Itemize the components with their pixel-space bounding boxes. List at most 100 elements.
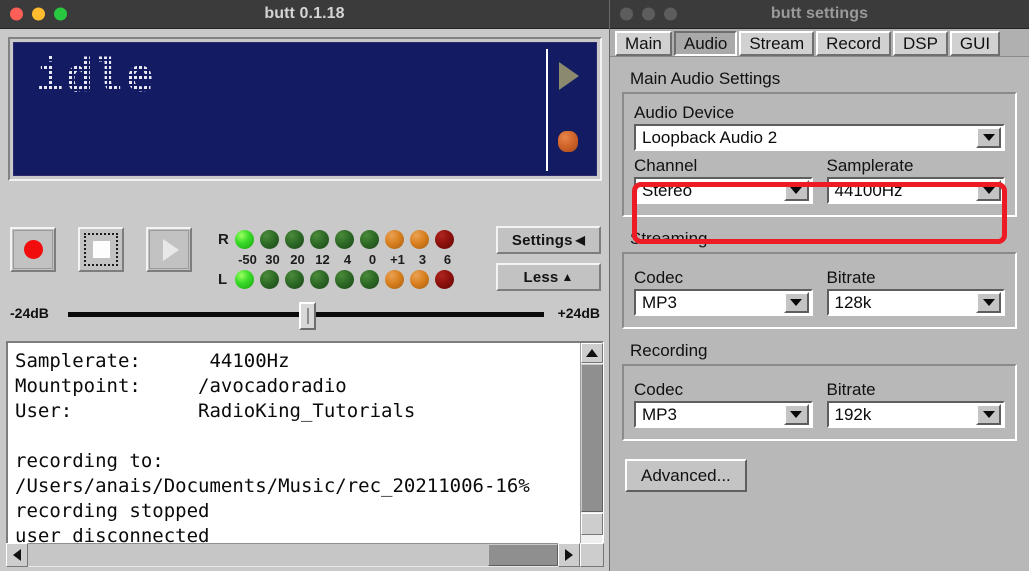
chevron-down-icon[interactable] [784, 180, 809, 201]
settings-button[interactable]: Settings ◀ [496, 226, 601, 254]
vu-scale-tick: 6 [435, 252, 460, 267]
recording-bitrate-select[interactable]: 192k [827, 401, 1006, 428]
chevron-down-icon[interactable] [784, 404, 809, 425]
horizontal-scrollbar-track[interactable] [28, 543, 558, 567]
recording-groupbox: Codec MP3 Bitrate 192k [622, 364, 1017, 441]
less-button-label: Less [523, 269, 558, 286]
settings-button-label: Settings [512, 232, 573, 249]
vu-right-label: R [218, 231, 235, 248]
minimize-button[interactable] [32, 8, 45, 21]
streaming-bitrate-value: 128k [829, 293, 977, 313]
samplerate-select[interactable]: 44100Hz [827, 177, 1006, 204]
play-icon [163, 239, 179, 261]
vu-scale-tick: 30 [260, 252, 285, 267]
main-window-traffic-lights [10, 8, 67, 21]
maximize-button[interactable] [54, 8, 67, 21]
vu-led [435, 230, 454, 249]
chevron-down-icon[interactable] [976, 180, 1001, 201]
vu-row-left: L [218, 268, 460, 290]
chevron-down-icon[interactable] [976, 127, 1001, 148]
vu-led [385, 270, 404, 289]
scroll-right-button[interactable] [558, 543, 580, 567]
vu-led [360, 230, 379, 249]
vu-scale-tick: 20 [285, 252, 310, 267]
streaming-bitrate-select[interactable]: 128k [827, 289, 1006, 316]
minimize-button[interactable] [642, 8, 655, 21]
gain-slider[interactable]: -24dB +24dB [0, 301, 610, 329]
lcd-display: idle [13, 42, 597, 176]
tab-main[interactable]: Main [615, 31, 672, 56]
panel-toggle-buttons: Settings ◀ Less ▲ [496, 226, 601, 300]
vu-scale: -50 30 20 12 4 0 +1 3 6 [218, 250, 460, 268]
vu-scale-tick: 0 [360, 252, 385, 267]
vu-led [285, 270, 304, 289]
streaming-codec-value: MP3 [636, 293, 784, 313]
samplerate-label: Samplerate [827, 156, 1006, 176]
close-button[interactable] [10, 8, 23, 21]
vu-scale-tick: 3 [410, 252, 435, 267]
recording-codec-label: Codec [634, 380, 813, 400]
streaming-groupbox: Codec MP3 Bitrate 128k [622, 252, 1017, 329]
log-horizontal-scrollbar[interactable] [6, 543, 604, 567]
streaming-section-title: Streaming [630, 229, 1017, 249]
butt-main-window: butt 0.1.18 idle [0, 0, 610, 571]
advanced-button[interactable]: Advanced... [625, 459, 747, 492]
scroll-up-button[interactable] [581, 343, 603, 363]
transport-controls [10, 227, 192, 272]
record-button[interactable] [10, 227, 56, 272]
vu-led [360, 270, 379, 289]
tab-record[interactable]: Record [816, 31, 891, 56]
main-window-title: butt 0.1.18 [264, 5, 344, 23]
tab-stream[interactable]: Stream [739, 31, 814, 56]
log-output-panel: Samplerate: 44100Hz Mountpoint: /avocado… [6, 341, 604, 566]
settings-window-titlebar: butt settings [610, 0, 1029, 29]
recording-bitrate-label: Bitrate [827, 380, 1006, 400]
recording-codec-bitrate-row: Codec MP3 Bitrate 192k [634, 380, 1005, 428]
vu-scale-tick: 4 [335, 252, 360, 267]
chevron-down-icon[interactable] [976, 292, 1001, 313]
scroll-left-button[interactable] [6, 543, 28, 567]
channel-samplerate-row: Channel Stereo Samplerate 44100Hz [634, 156, 1005, 204]
vu-row-right: R [218, 228, 460, 250]
log-vertical-scrollbar[interactable] [580, 343, 602, 564]
main-audio-section-title: Main Audio Settings [630, 69, 1017, 89]
vertical-scrollbar-thumb[interactable] [581, 364, 603, 512]
vu-led [410, 230, 429, 249]
close-button[interactable] [620, 8, 633, 21]
vu-led [260, 270, 279, 289]
main-window-titlebar: butt 0.1.18 [0, 0, 609, 29]
main-window-body: idle [0, 29, 609, 571]
streaming-bitrate-label: Bitrate [827, 268, 1006, 288]
streaming-codec-select[interactable]: MP3 [634, 289, 813, 316]
audio-device-label: Audio Device [634, 103, 1005, 123]
tab-gui[interactable]: GUI [950, 31, 1000, 56]
tab-dsp[interactable]: DSP [893, 31, 948, 56]
vertical-scrollbar-track-lower[interactable] [581, 513, 603, 535]
chevron-up-icon: ▲ [561, 270, 573, 284]
audio-device-select[interactable]: Loopback Audio 2 [634, 124, 1005, 151]
vu-led [235, 230, 254, 249]
arrow-left-icon [13, 549, 21, 561]
gain-slider-thumb[interactable] [299, 302, 316, 330]
chevron-down-icon[interactable] [976, 404, 1001, 425]
vu-led [410, 270, 429, 289]
tab-audio[interactable]: Audio [674, 31, 737, 56]
vu-led [285, 230, 304, 249]
lcd-divider [546, 49, 548, 171]
stop-button[interactable] [78, 227, 124, 272]
chevron-down-icon[interactable] [784, 292, 809, 313]
channel-label: Channel [634, 156, 813, 176]
settings-tabbar: Main Audio Stream Record DSP GUI [610, 29, 1029, 57]
less-button[interactable]: Less ▲ [496, 263, 601, 291]
maximize-button[interactable] [664, 8, 677, 21]
horizontal-scrollbar-thumb[interactable] [488, 544, 558, 566]
recording-codec-value: MP3 [636, 405, 784, 425]
gain-min-label: -24dB [10, 305, 49, 321]
play-button[interactable] [146, 227, 192, 272]
settings-window-traffic-lights [620, 8, 677, 21]
channel-select[interactable]: Stereo [634, 177, 813, 204]
recording-bitrate-value: 192k [829, 405, 977, 425]
vu-scale-tick: -50 [235, 252, 260, 267]
butt-settings-window: butt settings Main Audio Stream Record D… [610, 0, 1029, 571]
recording-codec-select[interactable]: MP3 [634, 401, 813, 428]
